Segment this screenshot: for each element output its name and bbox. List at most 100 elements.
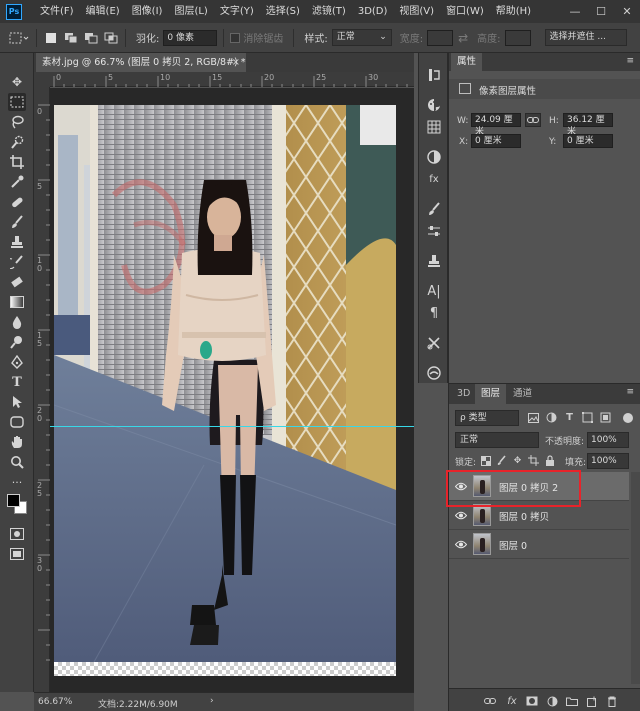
clone-source-icon[interactable] [426, 253, 442, 269]
width-input[interactable] [427, 29, 454, 46]
pen-tool-icon[interactable] [8, 353, 26, 371]
intersect-selection-icon[interactable] [103, 30, 119, 46]
lock-all-icon[interactable] [543, 454, 556, 467]
libraries-panel-icon[interactable] [426, 365, 442, 381]
chevron-right-icon[interactable]: › [210, 696, 214, 706]
ruler-corner[interactable] [34, 72, 50, 87]
swatches-panel-icon[interactable] [426, 119, 442, 135]
color-panel-icon[interactable] [426, 97, 442, 113]
character-panel-icon[interactable]: A| [426, 283, 442, 299]
antialias-checkbox[interactable] [230, 32, 241, 43]
color-swatches[interactable] [6, 493, 30, 517]
menu-select[interactable]: 选择(S) [260, 0, 306, 23]
quick-selection-tool-icon[interactable] [8, 133, 26, 151]
adjustment-layer-icon[interactable] [545, 694, 559, 708]
type-tool-icon[interactable]: T [8, 373, 26, 391]
layer-filter-select[interactable]: ρ 类型 [455, 410, 519, 426]
healing-brush-tool-icon[interactable] [8, 193, 26, 211]
vertical-ruler[interactable]: 0 5 1 0 1 5 2 0 2 5 3 0 [34, 87, 50, 692]
path-selection-tool-icon[interactable] [8, 393, 26, 411]
more-tools-icon[interactable]: ··· [8, 473, 26, 491]
hand-tool-icon[interactable] [8, 433, 26, 451]
filter-shape-icon[interactable] [581, 411, 594, 424]
crop-tool-icon[interactable] [8, 153, 26, 171]
new-layer-icon[interactable] [585, 694, 599, 708]
blur-tool-icon[interactable] [8, 313, 26, 331]
fill-input[interactable]: 100% [587, 453, 629, 469]
menu-image[interactable]: 图像(I) [126, 0, 169, 23]
history-panel-icon[interactable] [426, 67, 442, 83]
opacity-input[interactable]: 100% [587, 432, 629, 448]
zoom-level[interactable]: 66.67% [38, 697, 72, 707]
new-selection-icon[interactable] [43, 30, 59, 46]
horizontal-guide[interactable] [50, 426, 414, 427]
blend-mode-select[interactable]: 正常 [455, 432, 539, 448]
marquee-preset-icon[interactable] [8, 30, 30, 46]
panel-menu-icon[interactable]: ≡ [626, 388, 634, 397]
menu-type[interactable]: 文字(Y) [214, 0, 260, 23]
rectangle-tool-icon[interactable] [8, 413, 26, 431]
y-field[interactable]: 0 厘米 [563, 134, 613, 148]
feather-input[interactable]: 0 像素 [163, 29, 218, 46]
foreground-color-swatch[interactable] [7, 494, 20, 507]
style-select[interactable]: 正常 ⌄ [331, 29, 392, 46]
menu-view[interactable]: 视图(V) [393, 0, 440, 23]
marquee-tool-icon[interactable] [8, 93, 26, 111]
layer-style-icon[interactable]: fx [505, 694, 519, 708]
menu-file[interactable]: 文件(F) [34, 0, 80, 23]
screen-mode-icon[interactable] [8, 545, 26, 563]
close-icon[interactable]: × [232, 53, 240, 72]
subtract-selection-icon[interactable] [83, 30, 99, 46]
dodge-tool-icon[interactable] [8, 333, 26, 351]
layer-name[interactable]: 图层 0 拷贝 [499, 509, 549, 523]
document-image[interactable] [54, 105, 396, 662]
menu-layer[interactable]: 图层(L) [168, 0, 213, 23]
visibility-eye-icon[interactable] [455, 538, 467, 550]
tab-3d[interactable]: 3D [451, 384, 476, 404]
menu-edit[interactable]: 编辑(E) [80, 0, 126, 23]
canvas-area[interactable] [50, 88, 414, 692]
document-tab[interactable]: 素材.jpg @ 66.7% (图层 0 拷贝 2, RGB/8#) * × [36, 53, 246, 72]
move-tool-icon[interactable]: ✥ [8, 73, 26, 91]
new-group-icon[interactable] [565, 694, 579, 708]
maximize-button[interactable]: ☐ [588, 0, 614, 23]
filter-type-icon[interactable]: T [563, 411, 576, 424]
brushes-panel-icon[interactable] [426, 201, 442, 217]
tab-layers[interactable]: 图层 [475, 384, 507, 404]
visibility-eye-icon[interactable] [455, 509, 467, 521]
link-layers-icon[interactable] [483, 694, 497, 708]
filter-smart-object-icon[interactable] [599, 411, 612, 424]
select-and-mask-button[interactable]: 选择并遮住 ... [544, 29, 627, 46]
menu-help[interactable]: 帮助(H) [490, 0, 537, 23]
layer-row[interactable]: 图层 0 [449, 530, 629, 559]
horizontal-ruler[interactable]: 0 5 10 15 20 25 30 [50, 72, 414, 87]
x-field[interactable]: 0 厘米 [471, 134, 521, 148]
menu-filter[interactable]: 滤镜(T) [306, 0, 352, 23]
width-field[interactable]: 24.09 厘米 [471, 113, 521, 137]
paragraph-panel-icon[interactable]: ¶ [426, 305, 442, 321]
close-button[interactable]: ✕ [614, 0, 640, 23]
filter-pixel-icon[interactable] [527, 411, 540, 424]
eraser-tool-icon[interactable] [8, 273, 26, 291]
lock-pixels-icon[interactable] [495, 454, 508, 467]
styles-panel-icon[interactable]: fx [426, 171, 442, 187]
add-selection-icon[interactable] [63, 30, 79, 46]
filter-toggle[interactable] [623, 413, 633, 423]
tab-properties[interactable]: 属性 [451, 53, 483, 71]
panel-menu-icon[interactable]: ≡ [626, 57, 634, 66]
add-mask-icon[interactable] [525, 694, 539, 708]
layers-scrollbar[interactable] [631, 472, 640, 684]
eyedropper-tool-icon[interactable] [8, 173, 26, 191]
link-icon[interactable] [525, 113, 541, 127]
tool-presets-icon[interactable] [426, 335, 442, 351]
zoom-tool-icon[interactable] [8, 453, 26, 471]
brush-settings-icon[interactable] [426, 223, 442, 239]
gradient-tool-icon[interactable] [8, 293, 26, 311]
menu-3d[interactable]: 3D(D) [352, 0, 394, 23]
delete-layer-icon[interactable] [605, 694, 619, 708]
swap-icon[interactable]: ⇄ [455, 30, 471, 46]
quick-mask-icon[interactable] [8, 525, 26, 543]
adjustments-panel-icon[interactable] [426, 149, 442, 165]
height-field[interactable]: 36.12 厘米 [563, 113, 613, 137]
lock-transparent-icon[interactable] [479, 454, 492, 467]
